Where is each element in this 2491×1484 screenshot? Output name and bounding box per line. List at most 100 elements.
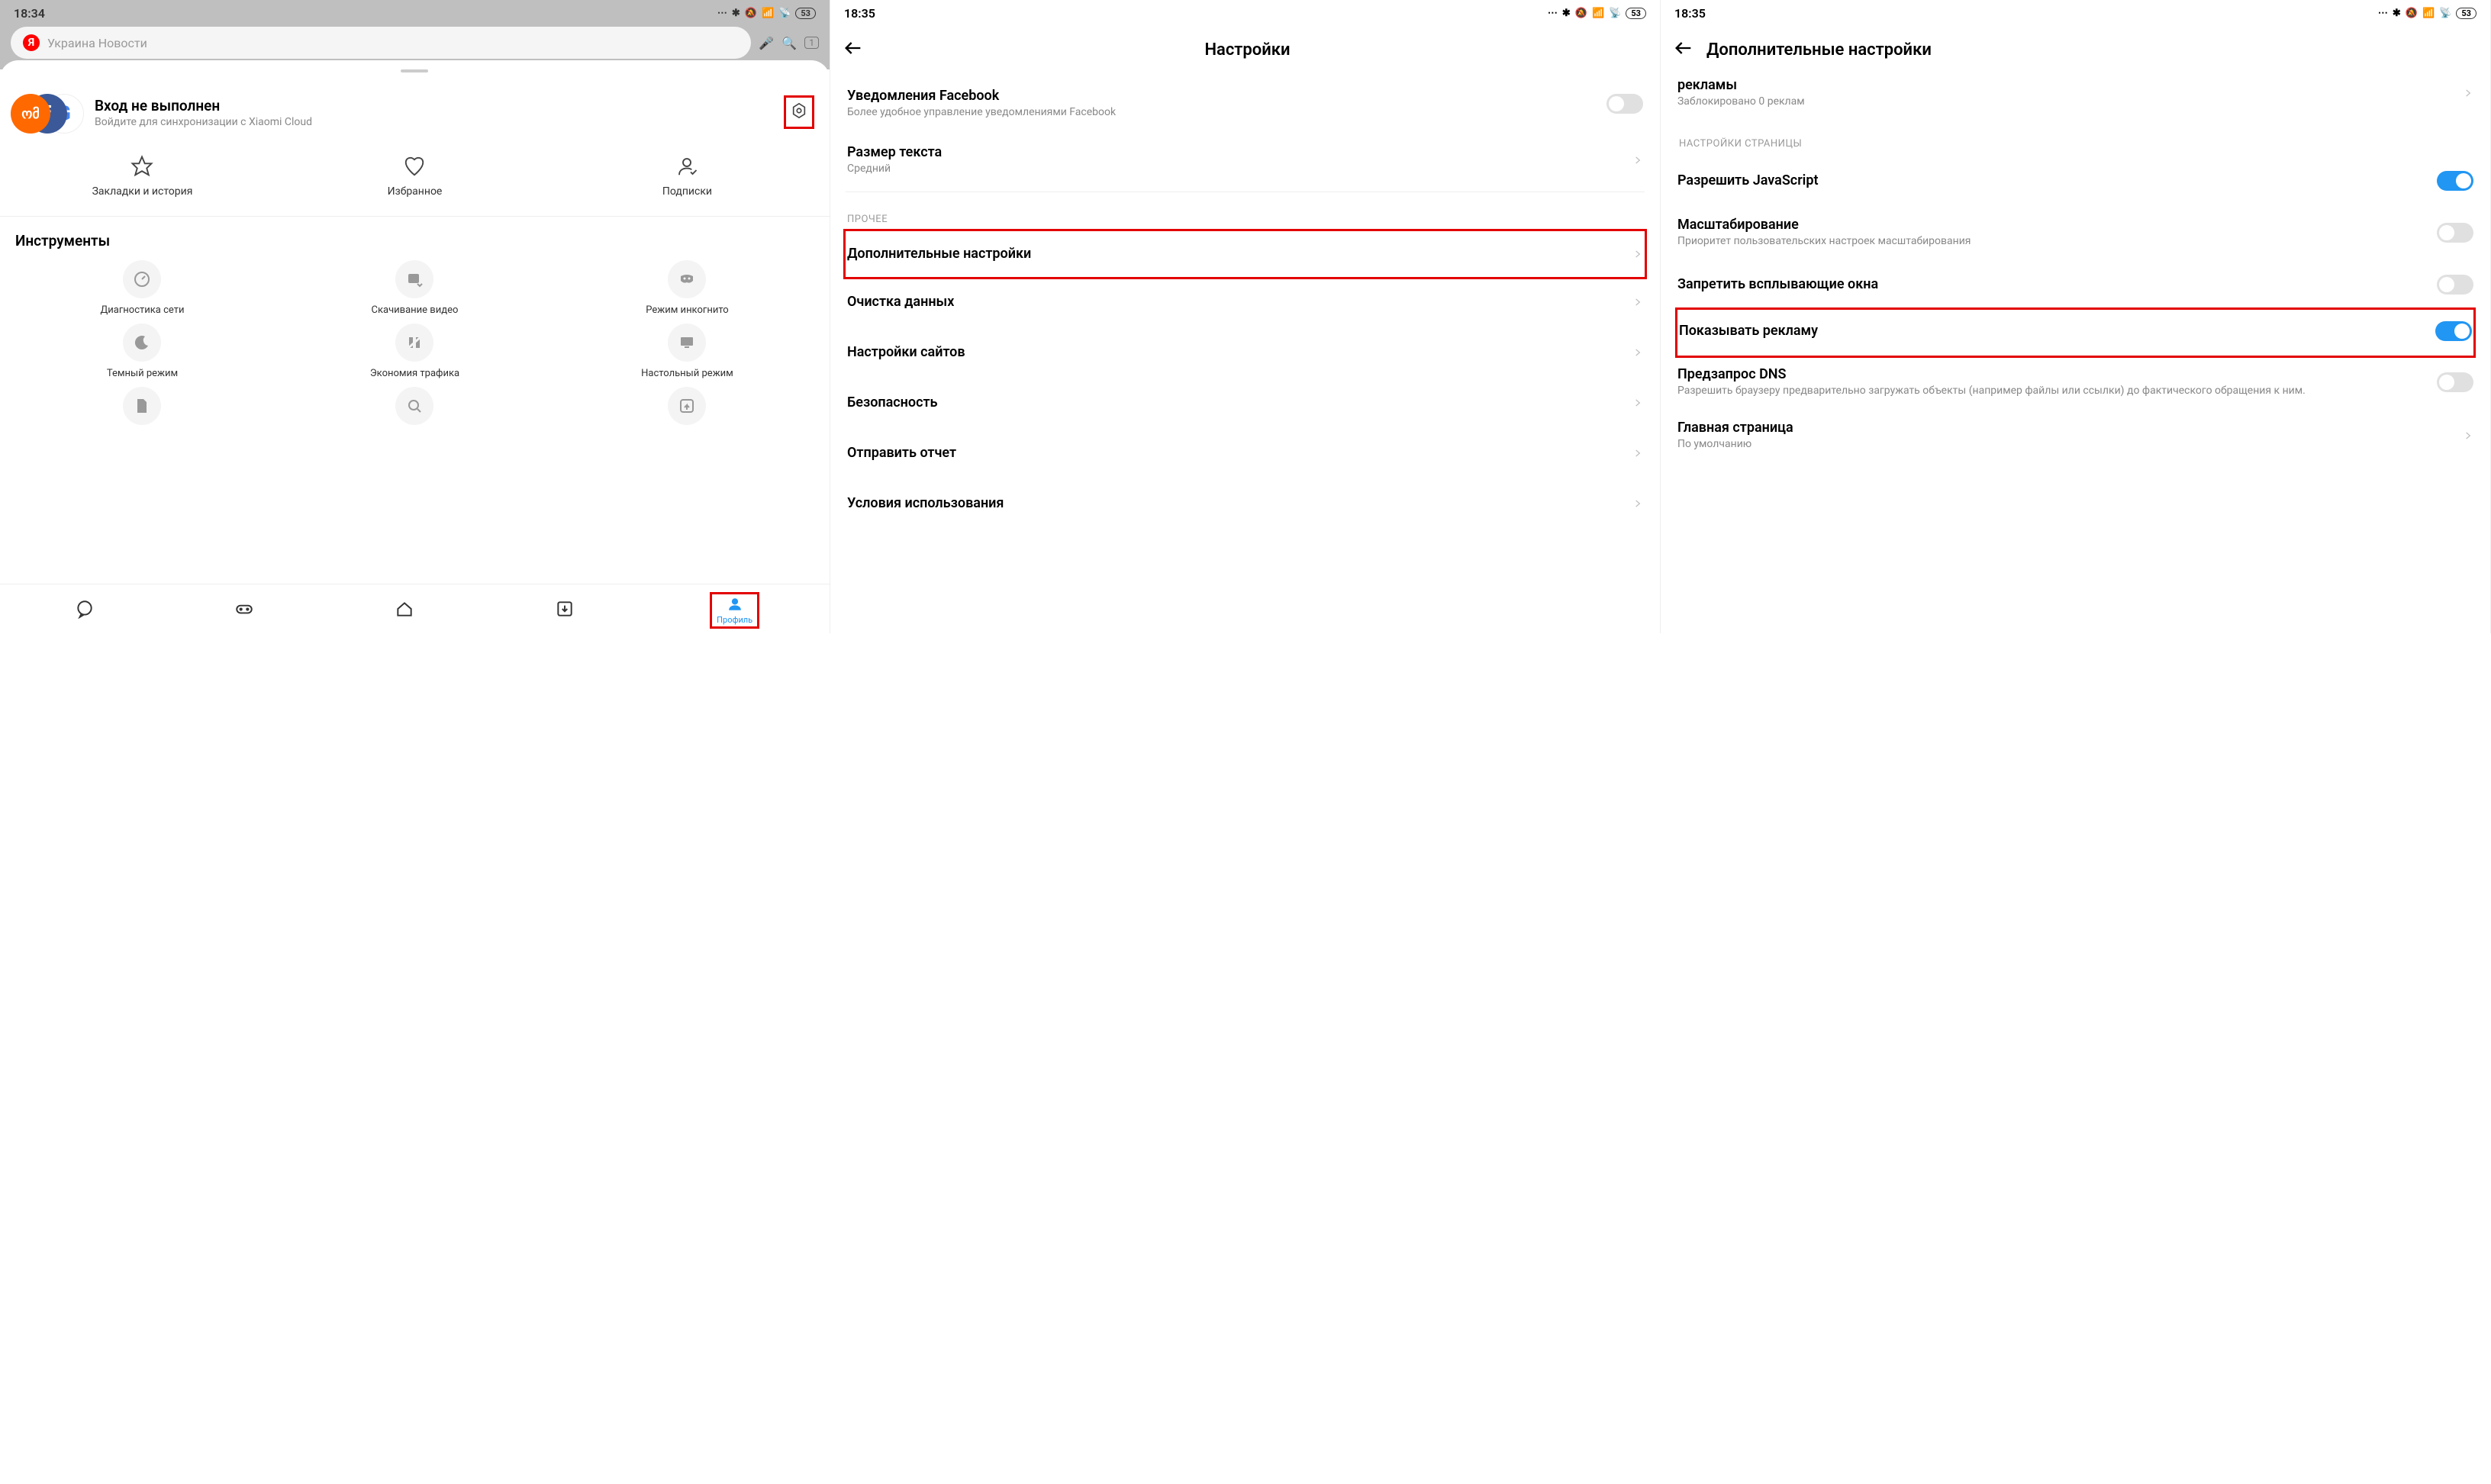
search-icon[interactable]: 🔍 xyxy=(781,36,797,50)
chevron-right-icon xyxy=(1632,245,1643,263)
nav-home[interactable] xyxy=(390,594,419,626)
nav-games[interactable] xyxy=(230,594,259,626)
nav-downloads[interactable] xyxy=(550,594,579,626)
row-zoom[interactable]: Масштабирование Приоритет пользовательск… xyxy=(1677,206,2473,259)
status-icons: ⋯✱🔕📶📡 53 xyxy=(2378,8,2476,19)
section-page-settings: НАСТРОЙКИ СТРАНИЦЫ xyxy=(1677,120,2473,156)
status-bar: 18:35 ⋯✱🔕📶📡 53 xyxy=(830,0,1660,24)
sheet-handle[interactable] xyxy=(401,69,428,72)
toggle-javascript[interactable] xyxy=(2437,171,2473,191)
toggle-facebook[interactable] xyxy=(1606,94,1643,114)
silent-icon: 🔕 xyxy=(745,8,757,19)
status-bar: 18:34 ⋯ ✱ 🔕 📶 📡 53 xyxy=(0,0,830,24)
screen-profile-drawer: 18:34 ⋯ ✱ 🔕 📶 📡 53 Я Украина Новости 🎤 🔍… xyxy=(0,0,830,633)
row-advanced-settings[interactable]: Дополнительные настройки xyxy=(843,229,1647,279)
nav-comment[interactable] xyxy=(70,594,99,626)
xiaomi-icon: ომ xyxy=(11,94,50,134)
status-bar: 18:35 ⋯✱🔕📶📡 53 xyxy=(1661,0,2490,24)
tool-extra-2[interactable] xyxy=(280,387,549,431)
row-homepage[interactable]: Главная страница По умолчанию xyxy=(1677,409,2473,462)
bookmarks-button[interactable]: Закладки и история xyxy=(8,155,277,198)
file-icon xyxy=(133,397,151,415)
screen-advanced-settings: 18:35 ⋯✱🔕📶📡 53 Дополнительные настройки … xyxy=(1661,0,2491,633)
desktop-icon xyxy=(678,333,696,352)
download-icon xyxy=(555,599,575,619)
heart-icon xyxy=(403,155,426,178)
toggle-show-ads[interactable] xyxy=(2435,321,2472,341)
row-popups[interactable]: Запретить всплывающие окна xyxy=(1677,259,2473,310)
login-row[interactable]: G f ომ Вход не выполнен Войдите для синх… xyxy=(0,80,830,147)
row-terms[interactable]: Условия использования xyxy=(846,478,1645,529)
tool-extra-3[interactable] xyxy=(553,387,822,431)
tools-header: Инструменты xyxy=(0,217,830,260)
mask-icon xyxy=(678,270,696,288)
tool-video-download[interactable]: Скачивание видео xyxy=(280,260,549,316)
data-saver-icon xyxy=(405,333,424,352)
tool-data-saver[interactable]: Экономия трафика xyxy=(280,324,549,379)
tool-extra-1[interactable] xyxy=(8,387,277,431)
wifi-icon: 📡 xyxy=(778,8,791,19)
tool-network-diag[interactable]: Диагностика сети xyxy=(8,260,277,316)
page-title: Дополнительные настройки xyxy=(1706,40,2478,60)
bluetooth-icon: ✱ xyxy=(732,8,740,19)
find-icon xyxy=(405,397,424,415)
gamepad-icon xyxy=(234,599,254,619)
bottom-nav: Профиль xyxy=(0,584,830,633)
status-time: 18:35 xyxy=(1674,6,1706,21)
gauge-icon xyxy=(133,270,151,288)
tool-dark-mode[interactable]: Темный режим xyxy=(8,324,277,379)
row-security[interactable]: Безопасность xyxy=(846,378,1645,428)
app-header: Дополнительные настройки xyxy=(1661,24,2490,66)
login-title: Вход не выполнен xyxy=(95,97,773,114)
login-avatars: G f ომ xyxy=(15,89,84,135)
quick-actions: Закладки и история Избранное Подписки xyxy=(0,147,830,217)
toggle-dns-prefetch[interactable] xyxy=(2437,372,2473,392)
search-bar[interactable]: Я Украина Новости xyxy=(11,27,751,59)
person-check-icon xyxy=(675,155,698,178)
row-clear-data[interactable]: Очистка данных xyxy=(846,277,1645,327)
battery-icon: 53 xyxy=(795,8,816,19)
tools-grid: Диагностика сети Скачивание видео Режим … xyxy=(0,260,830,431)
back-button[interactable] xyxy=(843,37,864,62)
tool-incognito[interactable]: Режим инкогнито xyxy=(553,260,822,316)
chevron-right-icon xyxy=(1632,151,1643,169)
section-other: ПРОЧЕЕ xyxy=(846,195,1645,231)
row-ad-blocker-truncated[interactable]: рекламы Заблокировано 0 реклам xyxy=(1677,66,2473,120)
favorites-button[interactable]: Избранное xyxy=(280,155,549,198)
status-time: 18:34 xyxy=(14,6,45,21)
row-site-settings[interactable]: Настройки сайтов xyxy=(846,327,1645,378)
subscriptions-button[interactable]: Подписки xyxy=(553,155,822,198)
settings-button[interactable] xyxy=(784,95,814,129)
row-send-report[interactable]: Отправить отчет xyxy=(846,428,1645,478)
row-text-size[interactable]: Размер текста Средний xyxy=(846,132,1645,188)
settings-list: рекламы Заблокировано 0 реклам НАСТРОЙКИ… xyxy=(1661,66,2490,462)
profile-icon xyxy=(727,596,743,613)
status-icons: ⋯✱🔕📶📡 53 xyxy=(1548,8,1646,19)
star-icon xyxy=(131,155,153,178)
row-javascript[interactable]: Разрешить JavaScript xyxy=(1677,156,2473,206)
login-subtitle: Войдите для синхронизации с Xiaomi Cloud xyxy=(95,116,773,128)
signal-icon: 📶 xyxy=(762,8,774,19)
row-facebook-notifications[interactable]: Уведомления Facebook Более удобное управ… xyxy=(846,76,1645,132)
profile-sheet: G f ომ Вход не выполнен Войдите для синх… xyxy=(0,60,830,431)
chat-icon xyxy=(75,599,95,619)
back-button[interactable] xyxy=(1673,37,1694,62)
settings-list: Уведомления Facebook Более удобное управ… xyxy=(830,76,1660,529)
tool-desktop-mode[interactable]: Настольный режим xyxy=(553,324,822,379)
toggle-zoom[interactable] xyxy=(2437,223,2473,243)
page-title: Настройки xyxy=(876,40,1619,60)
video-download-icon xyxy=(405,270,424,288)
search-placeholder: Украина Новости xyxy=(47,36,147,50)
row-show-ads[interactable]: Показывать рекламу xyxy=(1675,307,2476,358)
share-icon xyxy=(678,397,696,415)
arrow-left-icon xyxy=(1673,37,1694,59)
nav-profile[interactable]: Профиль xyxy=(710,592,759,629)
voice-icon[interactable]: 🎤 xyxy=(759,36,774,50)
status-icons: ⋯ ✱ 🔕 📶 📡 53 xyxy=(717,8,816,19)
app-header: Настройки xyxy=(830,24,1660,76)
toggle-popups[interactable] xyxy=(2437,275,2473,295)
yandex-icon: Я xyxy=(23,34,40,51)
row-dns-prefetch[interactable]: Предзапрос DNS Разрешить браузеру предва… xyxy=(1677,356,2473,409)
screen-settings: 18:35 ⋯✱🔕📶📡 53 Настройки Уведомления Fac… xyxy=(830,0,1661,633)
tabs-icon[interactable]: 1 xyxy=(804,37,819,49)
